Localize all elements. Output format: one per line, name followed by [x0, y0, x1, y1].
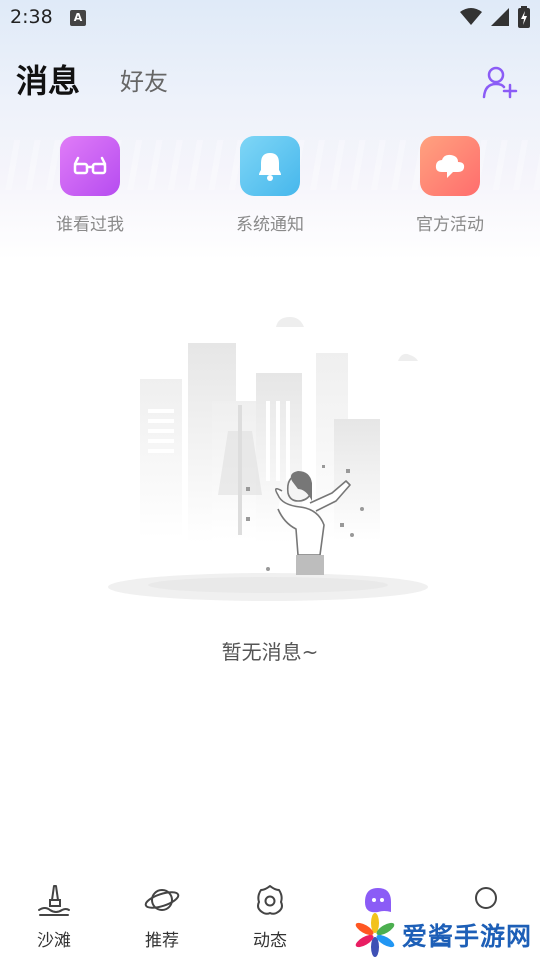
notification-icon: A	[70, 10, 86, 26]
wifi-icon	[460, 8, 482, 25]
tab-recommend[interactable]: 推荐	[108, 882, 216, 951]
tab-beach[interactable]: 沙滩	[0, 882, 108, 951]
tab-label: 沙滩	[37, 931, 71, 951]
quick-item-system-notice[interactable]: 系统通知	[200, 136, 340, 235]
tab-moments[interactable]: 动态	[216, 882, 324, 951]
tab-label: 动态	[253, 931, 287, 951]
planet-icon	[144, 889, 180, 911]
quick-item-official-events[interactable]: 官方活动	[380, 136, 520, 235]
tab-friends[interactable]: 好友	[120, 62, 168, 97]
battery-icon	[518, 6, 530, 28]
empty-state-illustration	[108, 317, 428, 601]
glasses-icon	[60, 136, 120, 196]
quick-actions: 谁看过我 系统通知 官方活动	[0, 136, 540, 236]
watermark-text: 爱酱手游网	[402, 922, 533, 951]
quick-item-who-viewed-me[interactable]: 谁看过我	[20, 136, 160, 235]
cloud-icon	[420, 136, 480, 196]
status-bar: 2:38 A	[0, 0, 540, 36]
header: 消息 好友	[0, 52, 540, 104]
watermark: 爱酱手游网	[352, 910, 540, 960]
pinwheel-logo-icon	[355, 913, 395, 957]
quick-label: 官方活动	[416, 215, 484, 235]
quick-label: 谁看过我	[56, 215, 124, 235]
status-time: 2:38	[10, 6, 53, 28]
empty-state-text: 暂无消息~	[221, 640, 319, 664]
add-friend-icon[interactable]	[482, 64, 518, 100]
system-icons	[460, 6, 530, 28]
beach-icon	[38, 885, 70, 916]
bell-icon	[240, 136, 300, 196]
flower-icon	[257, 885, 283, 915]
tab-label: 推荐	[145, 931, 179, 951]
tab-messages[interactable]: 消息	[16, 56, 80, 102]
signal-icon	[491, 8, 509, 26]
quick-label: 系统通知	[236, 215, 304, 235]
